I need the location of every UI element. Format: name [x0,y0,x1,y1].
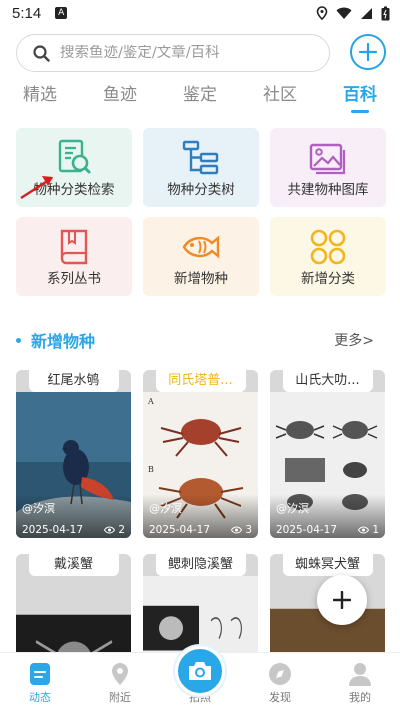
floating-add-button[interactable] [317,575,367,625]
red-arrow-annotation [20,176,53,200]
gallery-icon [309,143,346,175]
profile-icon [349,663,371,686]
search-row [16,34,386,72]
species-search-icon [58,139,91,174]
top-tabs: 精选 鱼迹 鉴定 社区 百科 [0,82,400,116]
author: @汐溟 [22,502,55,515]
card-label: 共建物种图库 [287,182,369,198]
view-count: 2 [118,524,125,536]
date: 2025-04-17 [149,524,211,536]
nav-label: 动态 [29,691,51,704]
nav-dongtai[interactable]: 动态 [0,653,80,710]
new-species-card[interactable]: 新增物种 [143,217,259,296]
wifi-icon [336,7,352,19]
species-gallery-card[interactable]: 共建物种图库 [270,128,386,207]
tab-baike[interactable]: 百科 [320,82,400,116]
species-card[interactable]: 红尾水鸲 @汐溟 2025-04-17 2 [16,370,131,538]
species-name: 同氏塔普... [155,370,246,392]
feed-icon [30,663,50,685]
feature-grid: 物种分类检索 物种分类树 共建物种图库 系列丛书 新增物种 新增分类 [16,128,386,296]
nav-fujin[interactable]: 附近 [80,653,160,710]
tab-shequ[interactable]: 社区 [240,82,320,116]
compass-icon [269,663,291,685]
signal-icon [361,7,372,19]
eye-icon [358,526,370,534]
card-label: 新增分类 [301,271,355,287]
eye-icon [104,526,116,534]
views: 1 [358,524,379,536]
species-name: 鳃刺隐溪蟹 [155,554,246,576]
nav-label: 附近 [109,691,131,704]
tab-jianding[interactable]: 鉴定 [160,82,240,116]
section-title: 新增物种 [31,332,96,351]
view-count: 3 [245,524,252,536]
camera-button[interactable] [175,646,225,696]
species-list: 红尾水鸲 @汐溟 2025-04-17 2 A B 同氏塔普... @汐溟 20… [16,370,388,674]
date: 2025-04-17 [276,524,338,536]
svg-text:A: A [147,397,154,406]
species-meta: @汐溟 2025-04-17 3 [143,494,258,538]
status-bar: 5:14 A [0,0,400,26]
fish-icon [182,235,220,259]
eye-icon [231,526,243,534]
more-link[interactable]: 更多> [334,330,374,350]
new-species-section-header: 新增物种 更多> [16,328,374,352]
card-label: 新增物种 [174,271,228,287]
new-category-card[interactable]: 新增分类 [270,217,386,296]
author: @汐溟 [276,502,309,515]
section-dot [16,337,21,343]
views: 3 [231,524,252,536]
status-time: 5:14 [12,4,42,22]
species-card[interactable]: A B 同氏塔普... @汐溟 2025-04-17 3 [143,370,258,538]
location-pin-icon [112,663,128,685]
tree-icon [182,140,219,175]
views: 2 [104,524,125,536]
date: 2025-04-17 [22,524,84,536]
notification-a-icon: A [55,7,68,19]
nav-label: 我的 [349,691,371,704]
species-name: 山氏大叻... [282,370,373,392]
book-series-card[interactable]: 系列丛书 [16,217,132,296]
status-icons [316,6,390,21]
book-icon [60,229,88,265]
battery-icon [381,6,390,20]
nav-label: 发现 [269,691,291,704]
add-button[interactable] [350,34,386,70]
camera-icon [189,662,211,680]
species-name: 戴溪蟹 [28,554,119,576]
tab-yuji[interactable]: 鱼迹 [80,82,160,116]
search-icon [33,44,50,62]
location-icon [316,6,328,20]
search-input[interactable] [60,45,300,61]
plus-icon [358,42,378,62]
card-label: 系列丛书 [47,271,101,287]
species-meta: @汐溟 2025-04-17 2 [16,494,131,538]
grid-flower-icon [310,229,346,265]
species-meta: @汐溟 2025-04-17 1 [270,494,385,538]
nav-faxian[interactable]: 发现 [240,653,320,710]
species-tree-card[interactable]: 物种分类树 [143,128,259,207]
card-label: 物种分类树 [167,182,235,198]
author: @汐溟 [149,502,182,515]
nav-wode[interactable]: 我的 [320,653,400,710]
view-count: 1 [372,524,379,536]
species-name: 蜘蛛冥犬蟹 [282,554,373,576]
svg-text:B: B [148,465,154,474]
search-box[interactable] [16,34,330,72]
tab-jingxuan[interactable]: 精选 [0,82,80,116]
plus-icon [333,591,351,609]
species-card[interactable]: 山氏大叻... @汐溟 2025-04-17 1 [270,370,385,538]
species-name: 红尾水鸲 [28,370,119,392]
